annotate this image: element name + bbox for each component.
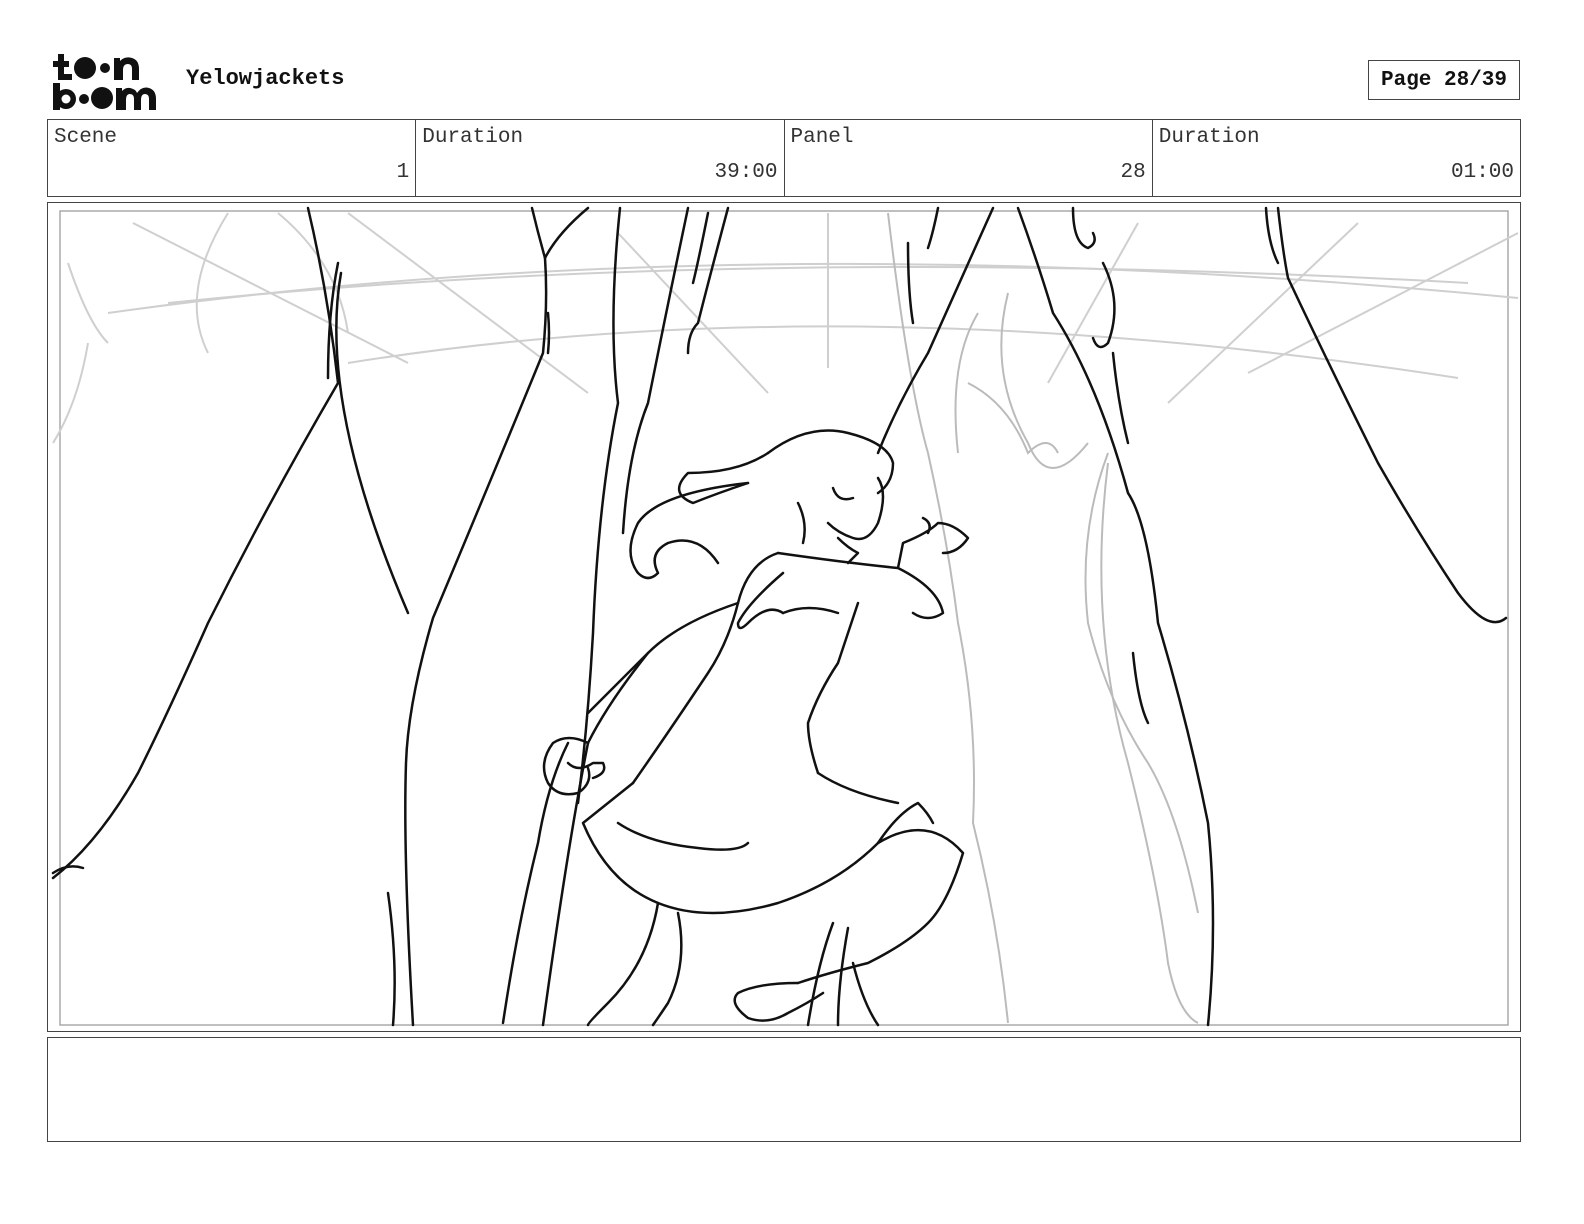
panel-label: Panel [790,126,854,149]
storyboard-panel [47,202,1521,1032]
scene-label: Scene [54,126,118,149]
scene-duration-value: 39:00 [714,161,778,184]
toon-boom-logo [52,52,164,112]
scene-value: 1 [396,161,410,184]
panel-duration-cell: Duration 01:00 [1153,120,1520,196]
character-figure [541,429,970,1027]
scene-cell: Scene 1 [48,120,417,196]
panel-duration-label: Duration [1158,126,1260,149]
panel-info-table: Scene 1 Duration 39:00 Panel 28 Duration… [47,119,1521,197]
scene-duration-label: Duration [422,126,524,149]
page-indicator: Page 28/39 [1368,60,1520,100]
panel-cell: Panel 28 [785,120,1153,196]
project-title: Yelowjackets [186,66,345,91]
safe-frame [59,210,1509,1026]
panel-notes-box [47,1037,1521,1142]
panel-sketch [51,206,1519,1027]
canopy-sketch [52,212,1519,444]
scene-duration-cell: Duration 39:00 [416,120,785,196]
panel-duration-value: 01:00 [1450,161,1514,184]
panel-value: 28 [1120,161,1146,184]
